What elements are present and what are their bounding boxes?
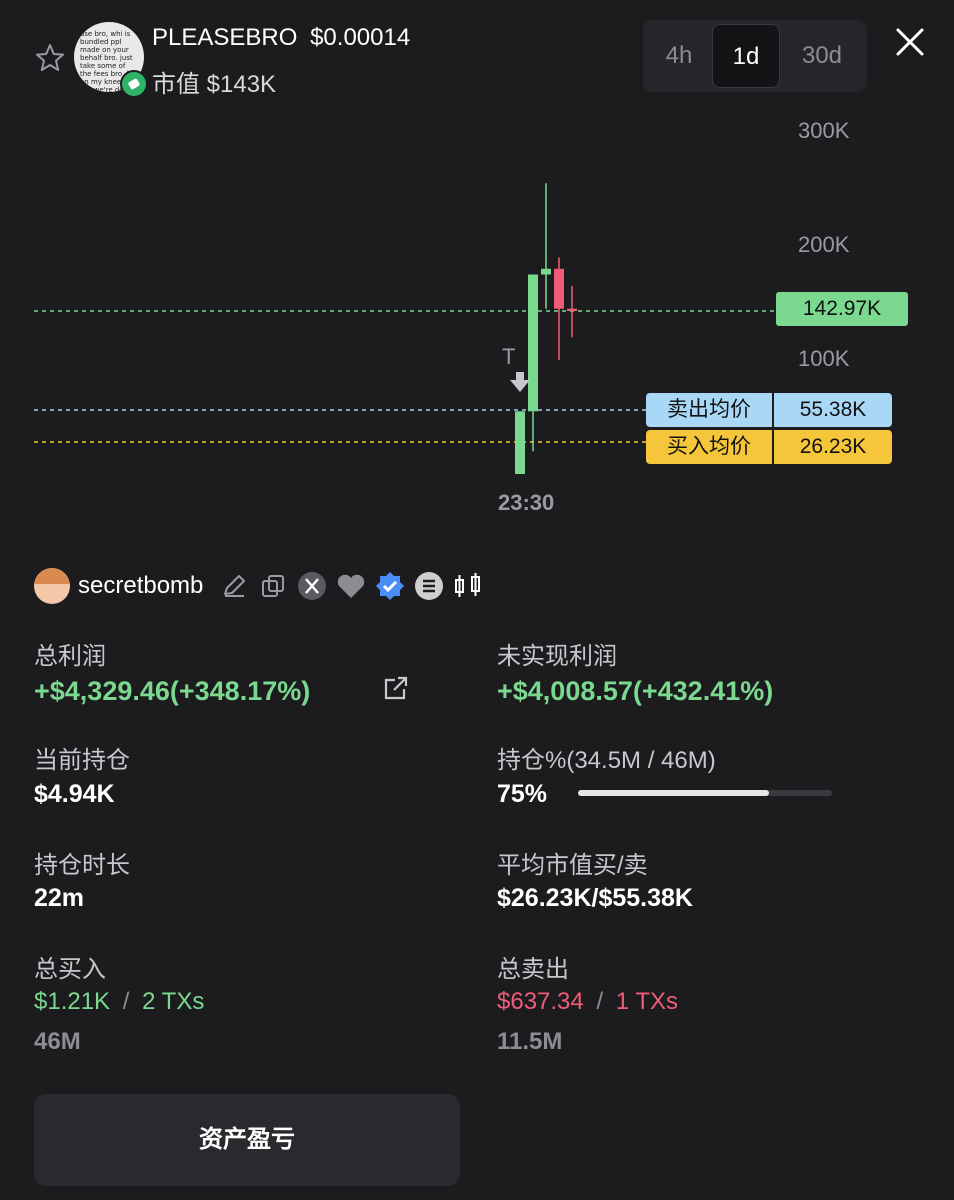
total-buy-txs: 2 TXs — [142, 988, 205, 1015]
asset-pnl-button[interactable]: 资产盈亏 — [34, 1094, 460, 1186]
x-social-icon[interactable] — [297, 571, 327, 606]
total-buy-label: 总买入 — [34, 956, 106, 983]
user-avatar — [34, 568, 70, 604]
hold-duration-label: 持仓时长 — [34, 852, 130, 879]
avg-mc-label: 平均市值买/卖 — [497, 852, 648, 879]
candle-body — [541, 268, 551, 275]
trade-marker-icon — [510, 372, 530, 392]
current-position-label: 当前持仓 — [34, 747, 130, 774]
position-pct-bar-fill — [578, 790, 769, 796]
trade-marker-label: T — [502, 344, 515, 369]
unrealized-profit-label: 未实现利润 — [497, 643, 617, 670]
position-pct-label: 持仓%(34.5M / 46M) — [497, 747, 716, 774]
candles-group — [515, 183, 577, 474]
hold-duration-value: 22m — [34, 884, 85, 912]
total-buy-row: $1.21K / 2 TXs — [34, 988, 204, 1016]
total-profit-label: 总利润 — [34, 643, 106, 670]
position-pct-bar — [578, 790, 832, 796]
user-name: secretbomb — [78, 572, 204, 599]
external-link-icon[interactable] — [382, 674, 410, 707]
total-buy-amount: $1.21K — [34, 988, 111, 1015]
total-sell-row: $637.34 / 1 TXs — [497, 988, 678, 1016]
total-buy-tokens: 46M — [34, 1028, 81, 1055]
candle-body — [515, 411, 525, 474]
total-sell-tokens: 11.5M — [497, 1028, 563, 1055]
total-buy-separator: / — [122, 988, 130, 1015]
edit-icon[interactable] — [220, 572, 248, 605]
unrealized-profit-value: +$4,008.57(+432.41%) — [497, 676, 774, 706]
heart-icon[interactable] — [336, 573, 366, 604]
total-profit-value: +$4,329.46(+348.17%) — [34, 676, 311, 706]
sell-avg-value: 55.38K — [774, 393, 892, 427]
total-sell-amount: $637.34 — [497, 988, 584, 1015]
candlestick-chart-icon[interactable] — [452, 571, 484, 606]
candle-body — [567, 308, 577, 312]
x-tick-time: 23:30 — [498, 490, 555, 515]
solana-icon[interactable] — [414, 571, 444, 606]
buy-avg-label: 买入均价 — [646, 430, 772, 464]
total-sell-txs: 1 TXs — [615, 988, 679, 1015]
verified-badge-icon — [375, 571, 405, 606]
sell-avg-label: 卖出均价 — [646, 393, 772, 427]
total-sell-label: 总卖出 — [497, 956, 569, 983]
candle-body — [554, 268, 564, 309]
current-value-tag: 142.97K — [776, 292, 908, 326]
position-pct-value: 75% — [497, 780, 548, 808]
avg-mc-value: $26.23K/$55.38K — [497, 884, 693, 912]
copy-icon[interactable] — [260, 573, 286, 604]
total-sell-separator: / — [596, 988, 604, 1015]
buy-avg-value: 26.23K — [774, 430, 892, 464]
current-position-value: $4.94K — [34, 780, 115, 808]
candle-body — [528, 274, 538, 412]
